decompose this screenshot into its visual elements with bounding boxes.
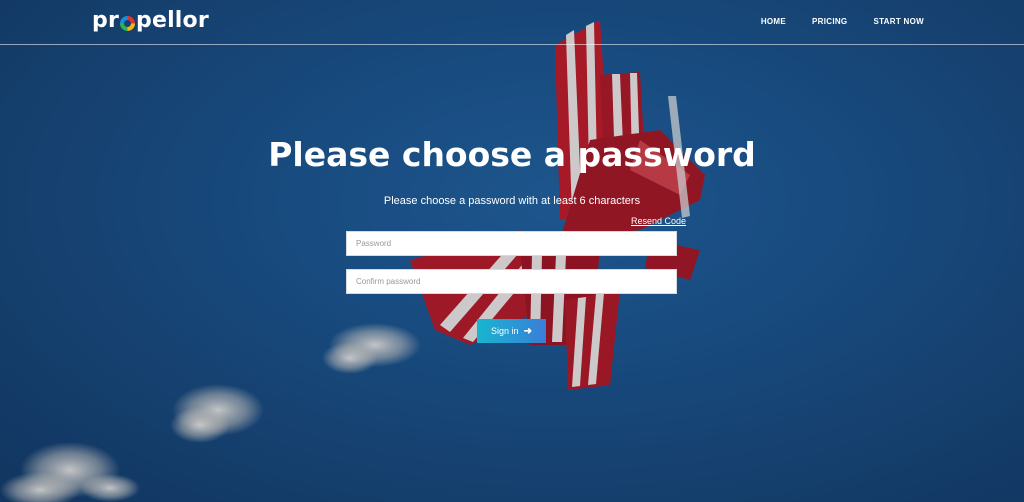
nav-links: HOME PRICING START NOW — [761, 17, 924, 26]
brand-name-suffix: pellor — [136, 8, 209, 33]
nav-pricing-link[interactable]: PRICING — [812, 17, 847, 26]
sign-in-label: Sign in — [491, 326, 519, 336]
logo-ring-icon — [120, 15, 135, 31]
arrow-right-icon: ➜ — [523, 325, 532, 337]
nav-home-link[interactable]: HOME — [761, 17, 786, 26]
page-subtitle: Please choose a password with at least 6… — [383, 195, 641, 207]
top-navbar: pr pellor HOME PRICING START NOW — [0, 0, 1024, 45]
nav-start-now-link[interactable]: START NOW — [873, 17, 924, 26]
sign-in-button[interactable]: Sign in ➜ — [477, 319, 546, 343]
confirm-password-input[interactable] — [346, 269, 677, 294]
page-title: Please choose a password — [268, 135, 756, 174]
resend-code-link[interactable]: Resend Code — [631, 216, 686, 226]
password-input[interactable] — [346, 231, 677, 256]
brand-name-prefix: pr — [92, 8, 119, 33]
brand-logo[interactable]: pr pellor — [92, 8, 209, 33]
